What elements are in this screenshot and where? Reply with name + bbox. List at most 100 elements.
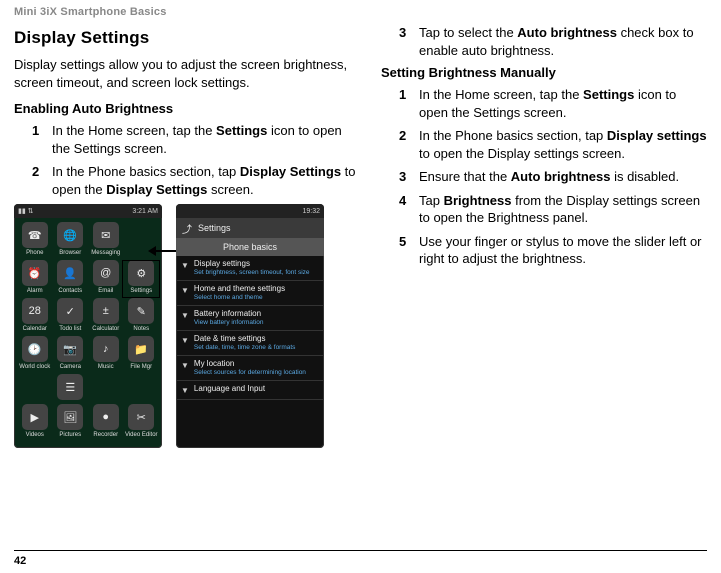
app-icon: ✂Video Editor — [125, 404, 159, 438]
app-icon-graphic: 🕑 — [22, 336, 48, 362]
step-number: 3 — [399, 168, 409, 186]
status-bar: 19:32 — [176, 204, 324, 218]
app-label: Phone — [26, 250, 43, 256]
app-label: Camera — [60, 364, 81, 370]
settings-titlebar: ⤴ Settings — [176, 218, 324, 238]
app-label: Todo list — [59, 326, 81, 332]
step-item: 2In the Phone basics section, tap Displa… — [399, 127, 707, 162]
settings-row: ▼Display settingsSet brightness, screen … — [176, 256, 324, 281]
app-icon: ☎ Phone — [18, 222, 52, 256]
app-icon: 📷Camera — [54, 336, 88, 370]
app-label: Messaging — [91, 250, 120, 256]
step-text: Use your finger or stylus to move the sl… — [419, 233, 707, 268]
step-number: 3 — [399, 24, 409, 59]
app-icon-graphic: ± — [93, 298, 119, 324]
settings-row-title: Language and Input — [194, 385, 265, 394]
app-icon-graphic: ♪ — [93, 336, 119, 362]
app-icon: @ Email — [89, 260, 123, 294]
page-header: Mini 3iX Smartphone Basics — [0, 0, 721, 18]
settings-row: ▼ Language and Input — [176, 381, 324, 400]
app-icon: 28Calendar — [18, 298, 52, 332]
app-icon — [125, 374, 159, 400]
status-bar: ▮▮ ⇅ 3:21 AM — [14, 204, 162, 218]
expand-icon: ▼ — [181, 286, 189, 295]
expand-icon: ▼ — [181, 336, 189, 345]
app-label: World clock — [19, 364, 50, 370]
status-time: 19:32 — [302, 208, 320, 215]
settings-title: Settings — [198, 223, 231, 233]
app-icon-graphic: ☎ — [22, 222, 48, 248]
back-icon: ⤴ — [182, 221, 192, 236]
app-icon: 🌐Browser — [54, 222, 88, 256]
app-icon-graphic: 👤 — [57, 260, 83, 286]
app-icon-graphic: ⏰ — [22, 260, 48, 286]
home-screen-screenshot: ▮▮ ⇅ 3:21 AM ☎ Phone 🌐Browser✉ Messaging ⏰Al… — [14, 204, 162, 448]
app-label: Browser — [59, 250, 81, 256]
app-label: File Mgr — [130, 364, 152, 370]
subheading-auto-brightness: Enabling Auto Brightness — [14, 101, 359, 116]
app-icon: 👤 Contacts — [54, 260, 88, 294]
settings-row-title: Date & time settings — [194, 335, 296, 344]
step-number: 5 — [399, 233, 409, 268]
left-column: Display Settings Display settings allow … — [14, 22, 359, 448]
app-icon: ✓Todo list — [54, 298, 88, 332]
right-column: 3 Tap to select the Auto brightness check… — [381, 22, 707, 448]
app-icon-graphic: @ — [93, 260, 119, 286]
settings-row: ▼Battery informationView battery informa… — [176, 306, 324, 331]
app-icon: ●Recorder — [89, 404, 123, 438]
app-icon: ▶ Videos — [18, 404, 52, 438]
steps-list-right-top: 3 Tap to select the Auto brightness check… — [381, 24, 707, 59]
settings-row-subtitle: Select home and theme — [194, 294, 285, 301]
app-icon: 🕑 World clock — [18, 336, 52, 370]
settings-row-title: My location — [194, 360, 306, 369]
steps-list-right: 1 In the Home screen, tap the Settings ic… — [381, 86, 707, 268]
settings-row-title: Battery information — [194, 310, 264, 319]
settings-row-text: Home and theme settingsSelect home and t… — [194, 285, 285, 301]
app-icon: ☰ — [54, 374, 88, 400]
app-label: Settings — [130, 288, 152, 294]
step-number: 4 — [399, 192, 409, 227]
step-number: 1 — [32, 122, 42, 157]
step-text: In the Phone basics section, tap Display… — [52, 163, 359, 198]
status-time: 3:21 AM — [132, 208, 158, 215]
app-icon-graphic: ✉ — [93, 222, 119, 248]
app-label: Videos — [26, 432, 44, 438]
step-number: 1 — [399, 86, 409, 121]
app-icon — [89, 374, 123, 400]
app-label: Email — [98, 288, 113, 294]
app-icon: 📁File Mgr — [125, 336, 159, 370]
step-text: Tap to select the Auto brightness check … — [419, 24, 707, 59]
subheading-manual-brightness: Setting Brightness Manually — [381, 65, 707, 80]
step-text: In the Home screen, tap the Settings ico… — [419, 86, 707, 121]
expand-icon: ▼ — [181, 386, 189, 395]
app-label: Calculator — [92, 326, 119, 332]
settings-group-header: Phone basics — [176, 238, 324, 256]
expand-icon: ▼ — [181, 311, 189, 320]
step-text: In the Phone basics section, tap Display… — [419, 127, 707, 162]
app-label: Pictures — [59, 432, 81, 438]
app-icon: 🖼 Pictures — [54, 404, 88, 438]
settings-row: ▼ Home and theme settingsSelect home and … — [176, 281, 324, 306]
app-label: Contacts — [58, 288, 82, 294]
step-text: In the Home screen, tap the Settings ico… — [52, 122, 359, 157]
settings-row-subtitle: Set date, time, time zone & formats — [194, 344, 296, 351]
expand-icon: ▼ — [181, 261, 189, 270]
step-item: 3Ensure that the Auto brightness is disa… — [399, 168, 707, 186]
app-icon-graphic: ☰ — [57, 374, 83, 400]
app-icon: ♪Music — [89, 336, 123, 370]
step-item: 5 Use your finger or stylus to move the s… — [399, 233, 707, 268]
settings-row: ▼My locationSelect sources for determini… — [176, 356, 324, 381]
app-label: Calendar — [23, 326, 47, 332]
app-icon: ✎Notes — [125, 298, 159, 332]
step-item: 3 Tap to select the Auto brightness check… — [399, 24, 707, 59]
intro-paragraph: Display settings allow you to adjust the… — [14, 56, 359, 91]
settings-row-subtitle: Set brightness, screen timeout, font siz… — [194, 269, 310, 276]
footer-rule — [14, 550, 707, 551]
app-icon-graphic: ● — [93, 404, 119, 430]
app-icon-graphic: ▶ — [22, 404, 48, 430]
status-icons: ▮▮ ⇅ — [18, 207, 34, 215]
app-icon: ⏰Alarm — [18, 260, 52, 294]
app-label: Notes — [133, 326, 149, 332]
app-icon-graphic: 🖼 — [57, 404, 83, 430]
app-icon-graphic: ⚙ — [128, 260, 154, 286]
